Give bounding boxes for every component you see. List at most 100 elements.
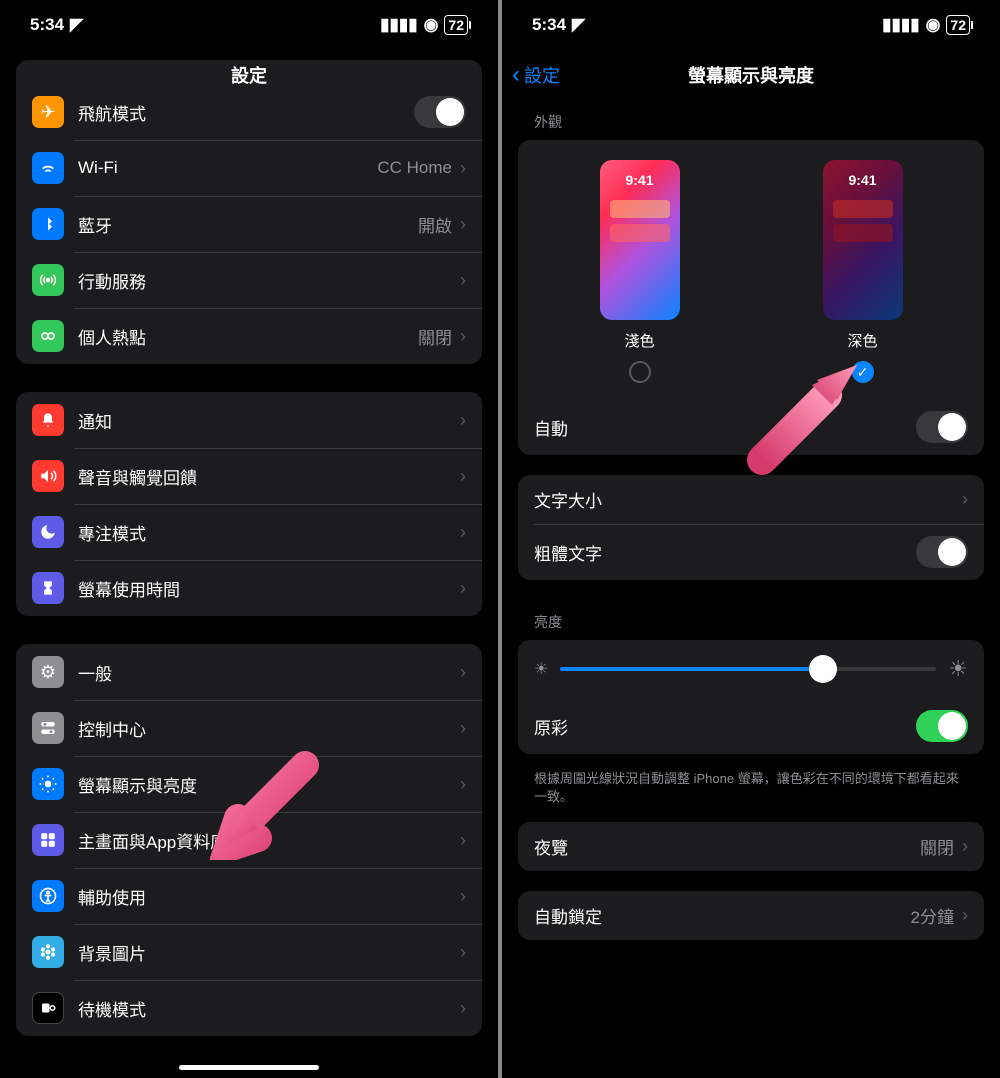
battery-indicator: 72 — [444, 15, 468, 35]
chevron-right-icon: › — [962, 836, 968, 857]
row-sounds[interactable]: 聲音與觸覺回饋 › — [16, 448, 482, 504]
accessibility-icon — [32, 880, 64, 912]
row-cellular[interactable]: 行動服務 › — [16, 252, 482, 308]
wifi-status-icon: ◉ — [926, 15, 941, 35]
appearance-light-option[interactable]: 9:41 淺色 — [600, 160, 680, 383]
row-value: 開啟 — [418, 212, 452, 237]
display-icon — [32, 768, 64, 800]
row-label: 控制中心 — [78, 716, 460, 741]
display-settings-content[interactable]: 外觀 9:41 淺色 9:41 深色 ✓ — [502, 100, 1000, 968]
row-auto-lock[interactable]: 自動鎖定 2分鐘 › — [518, 891, 984, 940]
chevron-right-icon: › — [460, 522, 466, 543]
row-label: 專注模式 — [78, 520, 460, 545]
annotation-arrow — [210, 740, 330, 860]
chevron-right-icon: › — [460, 214, 466, 235]
row-label: 藍牙 — [78, 212, 418, 237]
row-screentime[interactable]: 螢幕使用時間 › — [16, 560, 482, 616]
row-bluetooth[interactable]: 藍牙 開啟 › — [16, 196, 482, 252]
settings-group-network: ✈ 飛航模式 Wi-Fi CC Home › 藍牙 開啟 › 行動服務 › — [16, 60, 482, 364]
chevron-right-icon: › — [460, 662, 466, 683]
row-label: 背景圖片 — [78, 940, 460, 965]
row-night-shift[interactable]: 夜覽 關閉 › — [518, 822, 984, 871]
auto-toggle[interactable] — [916, 411, 968, 443]
light-preview: 9:41 — [600, 160, 680, 320]
wifi-status-icon: ◉ — [424, 15, 439, 35]
settings-list[interactable]: ✈ 飛航模式 Wi-Fi CC Home › 藍牙 開啟 › 行動服務 › — [0, 60, 498, 1064]
true-tone-toggle[interactable] — [916, 710, 968, 742]
light-label: 淺色 — [624, 330, 654, 351]
settings-screen: 5:34 ◤ ▮▮▮▮ ◉ 72 設定 ✈ 飛航模式 Wi-Fi CC Home… — [0, 0, 498, 1078]
true-tone-description: 根據周圍光線狀況自動調整 iPhone 螢幕，讓色彩在不同的環境下都看起來一致。 — [518, 762, 984, 822]
row-true-tone[interactable]: 原彩 — [518, 698, 984, 754]
airplane-toggle[interactable] — [414, 96, 466, 128]
row-wallpaper[interactable]: 背景圖片 › — [16, 924, 482, 980]
home-indicator[interactable] — [179, 1065, 319, 1070]
dark-label: 深色 — [847, 330, 877, 351]
status-bar: 5:34 ◤ ▮▮▮▮ ◉ 72 — [502, 0, 1000, 50]
wallpaper-icon — [32, 936, 64, 968]
text-group: 文字大小 › 粗體文字 — [518, 475, 984, 580]
status-bar: 5:34 ◤ ▮▮▮▮ ◉ 72 — [0, 0, 498, 50]
row-label: 自動鎖定 — [534, 903, 911, 928]
row-label: 螢幕使用時間 — [78, 576, 460, 601]
back-button[interactable]: ‹ 設定 — [512, 61, 560, 89]
chevron-right-icon: › — [460, 410, 466, 431]
chevron-right-icon: › — [460, 158, 466, 179]
row-label: 夜覽 — [534, 834, 920, 859]
row-label: 一般 — [78, 660, 460, 685]
row-label: 聲音與觸覺回饋 — [78, 464, 460, 489]
location-icon: ◤ — [572, 15, 585, 35]
brightness-slider[interactable] — [560, 667, 936, 671]
row-value: CC Home — [377, 158, 452, 178]
brightness-slider-row: ☀ ☀ — [518, 640, 984, 698]
auto-lock-group: 自動鎖定 2分鐘 › — [518, 891, 984, 940]
row-text-size[interactable]: 文字大小 › — [518, 475, 984, 524]
sun-small-icon: ☀ — [534, 659, 548, 679]
general-icon: ⚙ — [32, 656, 64, 688]
focus-icon — [32, 516, 64, 548]
signal-icon: ▮▮▮▮ — [380, 15, 417, 35]
page-title: 螢幕顯示與亮度 — [688, 62, 814, 88]
row-notifications[interactable]: 通知 › — [16, 392, 482, 448]
location-icon: ◤ — [70, 15, 83, 35]
back-label: 設定 — [524, 62, 560, 88]
row-label: 待機模式 — [78, 996, 460, 1021]
section-header-appearance: 外觀 — [518, 100, 984, 140]
row-label: 輔助使用 — [78, 884, 460, 909]
row-label: 通知 — [78, 408, 460, 433]
cellular-icon — [32, 264, 64, 296]
row-wifi[interactable]: Wi-Fi CC Home › — [16, 140, 482, 196]
chevron-right-icon: › — [460, 718, 466, 739]
battery-indicator: 72 — [946, 15, 970, 35]
airplane-icon: ✈ — [32, 96, 64, 128]
control-center-icon — [32, 712, 64, 744]
row-airplane[interactable]: ✈ 飛航模式 — [16, 60, 482, 140]
slider-thumb[interactable] — [809, 655, 837, 683]
chevron-right-icon: › — [460, 998, 466, 1019]
chevron-right-icon: › — [962, 905, 968, 926]
row-bold-text[interactable]: 粗體文字 — [518, 524, 984, 580]
row-accessibility[interactable]: 輔助使用 › — [16, 868, 482, 924]
row-standby[interactable]: 待機模式 › — [16, 980, 482, 1036]
bold-toggle[interactable] — [916, 536, 968, 568]
annotation-arrow — [742, 350, 872, 480]
hotspot-icon — [32, 320, 64, 352]
row-label: 行動服務 — [78, 268, 460, 293]
status-time: 5:34 — [30, 15, 64, 35]
row-general[interactable]: ⚙ 一般 › — [16, 644, 482, 700]
chevron-right-icon: › — [460, 774, 466, 795]
row-focus[interactable]: 專注模式 › — [16, 504, 482, 560]
row-value: 關閉 — [418, 324, 452, 349]
brightness-group: ☀ ☀ 原彩 — [518, 640, 984, 754]
chevron-right-icon: › — [460, 326, 466, 347]
signal-icon: ▮▮▮▮ — [882, 15, 919, 35]
light-radio[interactable] — [629, 361, 651, 383]
row-hotspot[interactable]: 個人熱點 關閉 › — [16, 308, 482, 364]
chevron-right-icon: › — [460, 578, 466, 599]
night-shift-group: 夜覽 關閉 › — [518, 822, 984, 871]
chevron-right-icon: › — [460, 270, 466, 291]
row-value: 關閉 — [920, 834, 954, 859]
homescreen-icon — [32, 824, 64, 856]
row-label: 飛航模式 — [78, 100, 414, 125]
wifi-icon — [32, 152, 64, 184]
